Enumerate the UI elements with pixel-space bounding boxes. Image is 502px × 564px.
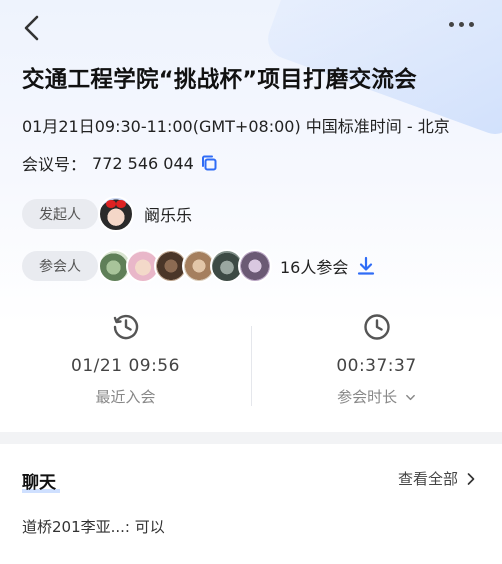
participants-pill: 参会人	[22, 251, 98, 281]
recent-join-value: 01/21 09:56	[71, 356, 180, 376]
chevron-down-icon[interactable]	[405, 392, 416, 403]
participant-count: 16人参会	[280, 258, 349, 277]
meeting-id-row: 会议号： 772 546 044	[22, 151, 218, 175]
download-icon[interactable]	[356, 256, 376, 276]
participant-avatars	[98, 249, 272, 283]
section-separator	[0, 432, 502, 444]
recent-join-stat: 01/21 09:56 最近入会	[0, 312, 251, 407]
meeting-id-value: 772 546 044	[92, 153, 194, 173]
initiator-pill: 发起人	[22, 199, 98, 229]
duration-stat[interactable]: 00:37:37 参会时长	[251, 312, 502, 407]
view-all-label: 查看全部	[397, 470, 458, 488]
duration-label-row[interactable]: 参会时长	[251, 386, 502, 407]
meeting-title: 交通工程学院“挑战杯”项目打磨交流会	[22, 67, 417, 93]
initiator-row: 发起人 阚乐乐	[22, 196, 192, 232]
view-all-button[interactable]: 查看全部	[398, 468, 476, 489]
participants-row[interactable]: 参会人 16人参会	[22, 249, 376, 283]
duration-label: 参会时长	[337, 388, 398, 406]
initiator-avatar[interactable]	[98, 196, 134, 232]
copy-icon[interactable]	[200, 154, 218, 172]
meeting-id-label: 会议号：	[22, 155, 87, 174]
chevron-right-icon	[467, 472, 475, 485]
avatar	[238, 249, 272, 283]
more-horizontal-icon[interactable]	[449, 22, 474, 27]
meeting-time: 01月21日09:30-11:00(GMT+08:00) 中国标准时间 - 北京	[22, 117, 450, 136]
chevron-left-icon[interactable]	[20, 14, 44, 42]
stats-divider	[251, 326, 252, 406]
chat-section-title: 聊天	[22, 473, 56, 493]
duration-value: 00:37:37	[336, 356, 417, 376]
recent-join-label: 最近入会	[95, 388, 156, 406]
initiator-name: 阚乐乐	[144, 206, 193, 225]
history-clock-icon	[113, 314, 138, 340]
chat-last-message[interactable]: 道桥201李亚...: 可以	[22, 516, 165, 537]
clock-icon	[363, 314, 390, 340]
